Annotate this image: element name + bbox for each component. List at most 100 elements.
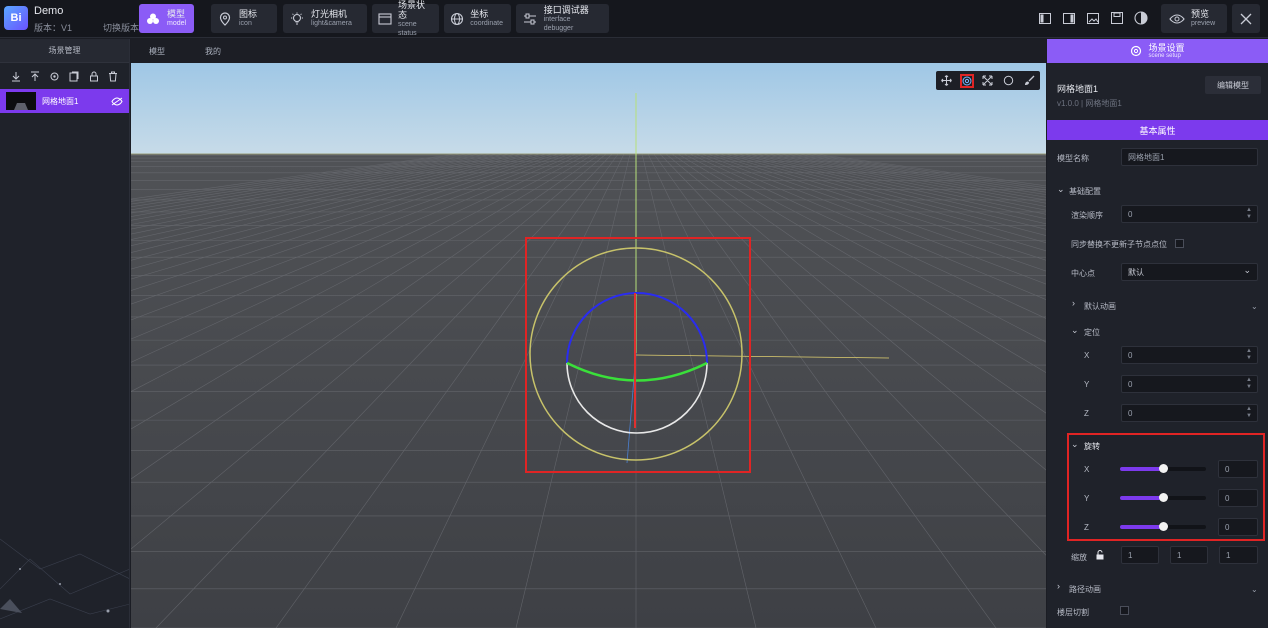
tab-model[interactable]: 模型 model bbox=[139, 4, 195, 33]
3d-viewport[interactable] bbox=[131, 63, 1046, 628]
scale-z-input[interactable]: 1 bbox=[1219, 546, 1258, 564]
scene-manager-header: 场景管理 bbox=[0, 39, 129, 63]
pos-x-label: X bbox=[1084, 351, 1090, 360]
edit-model-button[interactable]: 编辑模型 bbox=[1205, 76, 1261, 94]
scale-y-input[interactable]: 1 bbox=[1170, 546, 1208, 564]
pos-z-value: 0 bbox=[1128, 408, 1133, 418]
move-top-icon[interactable] bbox=[29, 70, 41, 82]
scene-manager-panel: 场景管理 网格地面1 bbox=[0, 39, 130, 628]
circle-icon[interactable] bbox=[1002, 74, 1016, 88]
stepper-icon[interactable]: ▲ ▼ bbox=[1243, 406, 1255, 420]
pos-y-label: Y bbox=[1084, 380, 1090, 389]
eye-icon bbox=[1169, 13, 1185, 24]
tab-coordinate[interactable]: 坐标 coordinate bbox=[444, 4, 511, 33]
model-title: 网格地面1 bbox=[1057, 84, 1099, 94]
tab-scene-status[interactable]: 场景状态 scene status bbox=[372, 0, 439, 37]
chevron-right-icon[interactable]: › bbox=[1072, 298, 1075, 308]
globe-icon bbox=[450, 11, 464, 27]
scene-setup-sublabel: scene setup bbox=[1148, 52, 1181, 59]
scene-list-item[interactable]: 网格地面1 bbox=[0, 89, 129, 113]
copy-icon[interactable] bbox=[68, 70, 80, 82]
pos-x-value: 0 bbox=[1128, 350, 1133, 360]
locate-icon[interactable] bbox=[49, 70, 61, 82]
tab-sublabel: scene status bbox=[398, 20, 417, 37]
chevron-right-icon[interactable]: › bbox=[1057, 581, 1060, 591]
position-label[interactable]: 定位 bbox=[1084, 327, 1100, 338]
tab-sublabel: coordinate bbox=[470, 20, 503, 27]
floor-cut-checkbox[interactable] bbox=[1120, 606, 1129, 615]
lightbulb-icon bbox=[289, 11, 305, 27]
stepper-icon[interactable]: ▲ ▼ bbox=[1243, 348, 1255, 362]
tab-mine[interactable]: 我的 bbox=[205, 46, 221, 57]
rotation-highlight bbox=[1067, 433, 1265, 541]
tab-label: 接口调试器 bbox=[543, 4, 589, 15]
close-icon bbox=[1240, 13, 1252, 25]
center-point-value: 默认 bbox=[1128, 267, 1144, 277]
tab-light-camera[interactable]: 灯光相机 light&camera bbox=[283, 4, 367, 33]
scene-window-icon bbox=[378, 11, 392, 27]
scale-icon[interactable] bbox=[981, 74, 995, 88]
chevron-down-icon[interactable]: ⌄ bbox=[1071, 325, 1079, 336]
chevron-down-icon: ⌄ bbox=[1243, 265, 1251, 275]
tab-label: 图标 bbox=[239, 9, 258, 19]
close-button[interactable] bbox=[1232, 4, 1260, 33]
right-panel-toggle-icon[interactable] bbox=[1059, 8, 1079, 28]
model-subtitle: v1.0.0 | 网格地面1 bbox=[1057, 99, 1122, 108]
basic-properties-header: 基本属性 bbox=[1047, 120, 1268, 140]
app-logo: Bi bbox=[4, 6, 28, 30]
tab-interface-debugger[interactable]: 接口调试器 interface debugger bbox=[516, 4, 609, 33]
preview-button[interactable]: 预览 preview bbox=[1161, 4, 1227, 33]
tab-label: 模型 bbox=[167, 9, 186, 19]
default-animation-label[interactable]: 默认动画 bbox=[1084, 301, 1116, 312]
gizmo-highlight bbox=[525, 237, 751, 473]
render-order-label: 渲染顺序 bbox=[1071, 211, 1103, 220]
tab-sublabel: interface debugger bbox=[543, 15, 574, 32]
pos-z-input[interactable]: 0 ▲ ▼ bbox=[1121, 404, 1258, 422]
stepper-icon[interactable]: ▲ ▼ bbox=[1243, 377, 1255, 391]
tab-icon[interactable]: 图标 icon bbox=[211, 4, 277, 33]
scene-item-label: 网格地面1 bbox=[42, 96, 79, 106]
chevron-down-icon[interactable]: ⌄ bbox=[1057, 184, 1065, 195]
move-down-icon[interactable] bbox=[10, 70, 22, 82]
pos-y-input[interactable]: 0 ▲ ▼ bbox=[1121, 375, 1258, 393]
image-icon[interactable] bbox=[1083, 8, 1103, 28]
transform-toolbar bbox=[936, 71, 1040, 90]
stepper-icon[interactable]: ▲ ▼ bbox=[1243, 207, 1255, 221]
scale-x-input[interactable]: 1 bbox=[1121, 546, 1159, 564]
rotate-icon[interactable] bbox=[960, 73, 975, 88]
expand-icon[interactable]: ⌄ bbox=[1251, 585, 1258, 594]
scene-setup-button[interactable]: 场景设置 scene setup bbox=[1047, 39, 1268, 63]
switch-version-link[interactable]: 切换版本 bbox=[103, 21, 139, 34]
preview-sublabel: preview bbox=[1191, 20, 1216, 27]
render-order-input[interactable]: 0 ▲ ▼ bbox=[1121, 205, 1258, 223]
decorative-network-graphic bbox=[0, 538, 129, 620]
left-panel-toggle-icon[interactable] bbox=[1035, 8, 1055, 28]
expand-icon[interactable]: ⌄ bbox=[1251, 302, 1258, 311]
floor-cut-label: 楼层切割 bbox=[1057, 608, 1089, 617]
app-version: 版本：V1 bbox=[34, 23, 73, 33]
lock-icon[interactable] bbox=[88, 70, 100, 82]
delete-icon[interactable] bbox=[107, 70, 119, 82]
pos-z-label: Z bbox=[1084, 409, 1089, 418]
path-animation-label[interactable]: 路径动画 bbox=[1069, 584, 1101, 595]
visibility-icon[interactable] bbox=[111, 96, 123, 106]
center-point-label: 中心点 bbox=[1071, 269, 1095, 278]
pos-y-value: 0 bbox=[1128, 379, 1133, 389]
theme-icon[interactable] bbox=[1131, 8, 1151, 28]
brush-icon[interactable] bbox=[1023, 74, 1037, 88]
move-icon[interactable] bbox=[939, 74, 953, 88]
unlock-icon[interactable] bbox=[1096, 550, 1105, 560]
properties-panel: 场景设置 scene setup 网格地面1 v1.0.0 | 网格地面1 编辑模… bbox=[1047, 39, 1268, 628]
tab-models[interactable]: 模型 bbox=[149, 46, 165, 57]
settings-gear-icon bbox=[1130, 45, 1142, 57]
basic-config-label[interactable]: 基础配置 bbox=[1069, 186, 1101, 197]
pos-x-input[interactable]: 0 ▲ ▼ bbox=[1121, 346, 1258, 364]
model-name-label: 模型名称 bbox=[1057, 154, 1089, 163]
model-name-input[interactable]: 网格地面1 bbox=[1121, 148, 1258, 166]
viewport-tabs: 模型 我的 bbox=[131, 39, 1046, 63]
save-icon[interactable] bbox=[1107, 8, 1127, 28]
center-point-select[interactable]: 默认 ⌄ bbox=[1121, 263, 1258, 281]
scene-toolbar bbox=[0, 63, 129, 89]
sync-replace-checkbox[interactable] bbox=[1175, 239, 1184, 248]
preview-label: 预览 bbox=[1191, 9, 1210, 19]
